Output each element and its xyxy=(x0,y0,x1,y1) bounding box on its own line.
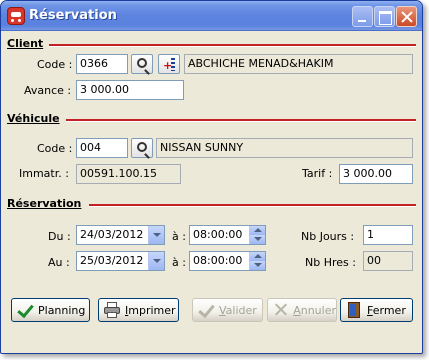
planning-button[interactable]: Planning xyxy=(11,298,90,322)
client-section-rule xyxy=(49,44,416,47)
vehicule-search-button[interactable] xyxy=(131,138,153,158)
check-icon xyxy=(16,301,34,319)
du-time-spinner[interactable]: 08:00:00 xyxy=(189,225,266,245)
add-to-list-icon: + xyxy=(163,58,176,71)
client-add-button[interactable]: + xyxy=(158,54,180,74)
vehicule-name-field: NISSAN SUNNY xyxy=(156,138,413,158)
du-date-picker[interactable]: 24/03/2012 xyxy=(76,225,165,245)
avance-input[interactable]: 3 000.00 xyxy=(76,80,184,100)
maximize-button[interactable] xyxy=(374,6,395,27)
chevron-down-icon[interactable] xyxy=(148,252,164,270)
magnifier-icon xyxy=(137,58,147,68)
au-date-value: 25/03/2012 xyxy=(80,254,144,267)
tarif-input[interactable]: 3 000.00 xyxy=(339,164,413,184)
vehicule-section-title: Véhicule xyxy=(7,112,60,125)
car-icon xyxy=(7,7,25,25)
nb-hres-field: 00 xyxy=(363,251,413,271)
planning-label: Planning xyxy=(38,303,86,317)
du-label: Du : xyxy=(48,230,71,243)
chevron-down-icon[interactable] xyxy=(148,226,164,244)
imprimer-label: Imprimer xyxy=(125,303,176,317)
au-date-picker[interactable]: 25/03/2012 xyxy=(76,251,165,271)
printer-icon xyxy=(103,301,121,319)
client-code-label: Code : xyxy=(37,58,73,71)
annuler-label: Annuler xyxy=(293,303,336,317)
au-time-value: 08:00:00 xyxy=(193,254,243,267)
client-search-button[interactable] xyxy=(131,54,153,74)
annuler-button[interactable]: Annuler xyxy=(267,298,337,322)
imprimer-button[interactable]: Imprimer xyxy=(98,298,179,322)
reservation-dialog: Réservation Client Code : 0366 + ABCHICH… xyxy=(0,0,423,354)
client-code-input[interactable]: 0366 xyxy=(76,54,128,74)
au-label: Au : xyxy=(48,256,70,269)
du-time-label: à : xyxy=(172,230,186,243)
nb-jours-input[interactable]: 1 xyxy=(363,225,413,245)
du-time-value: 08:00:00 xyxy=(193,228,243,241)
au-time-label: à : xyxy=(172,256,186,269)
valider-button[interactable]: Valider xyxy=(192,298,263,322)
tarif-label: Tarif : xyxy=(302,167,333,180)
reservation-section-title: Réservation xyxy=(7,197,82,210)
vehicule-section-rule xyxy=(66,119,416,122)
immatr-field: 00591.100.15 xyxy=(76,164,181,184)
cross-icon xyxy=(272,301,289,319)
spinner-arrows-icon[interactable] xyxy=(249,252,265,270)
valider-label: Valider xyxy=(219,303,257,317)
spinner-arrows-icon[interactable] xyxy=(249,226,265,244)
close-button[interactable] xyxy=(396,6,417,27)
title-bar[interactable]: Réservation xyxy=(1,1,422,31)
door-exit-icon xyxy=(345,301,363,319)
window-title: Réservation xyxy=(29,8,117,23)
immatr-label: Immatr. : xyxy=(19,167,69,180)
client-name-field: ABCHICHE MENAD&HAKIM xyxy=(184,54,413,74)
minimize-button[interactable] xyxy=(352,6,373,27)
fermer-button[interactable]: Fermer xyxy=(340,298,413,322)
client-section-title: Client xyxy=(7,37,44,50)
magnifier-icon xyxy=(137,142,147,152)
reservation-section-rule xyxy=(89,204,416,207)
fermer-label: Fermer xyxy=(367,303,406,317)
check-icon xyxy=(197,301,215,319)
vehicule-code-input[interactable]: 004 xyxy=(76,138,128,158)
avance-label: Avance : xyxy=(24,84,72,97)
au-time-spinner[interactable]: 08:00:00 xyxy=(189,251,266,271)
du-date-value: 24/03/2012 xyxy=(80,228,144,241)
nb-hres-label: Nb Hres : xyxy=(305,256,356,269)
vehicule-code-label: Code : xyxy=(37,142,73,155)
nb-jours-label: Nb Jours : xyxy=(301,230,355,243)
